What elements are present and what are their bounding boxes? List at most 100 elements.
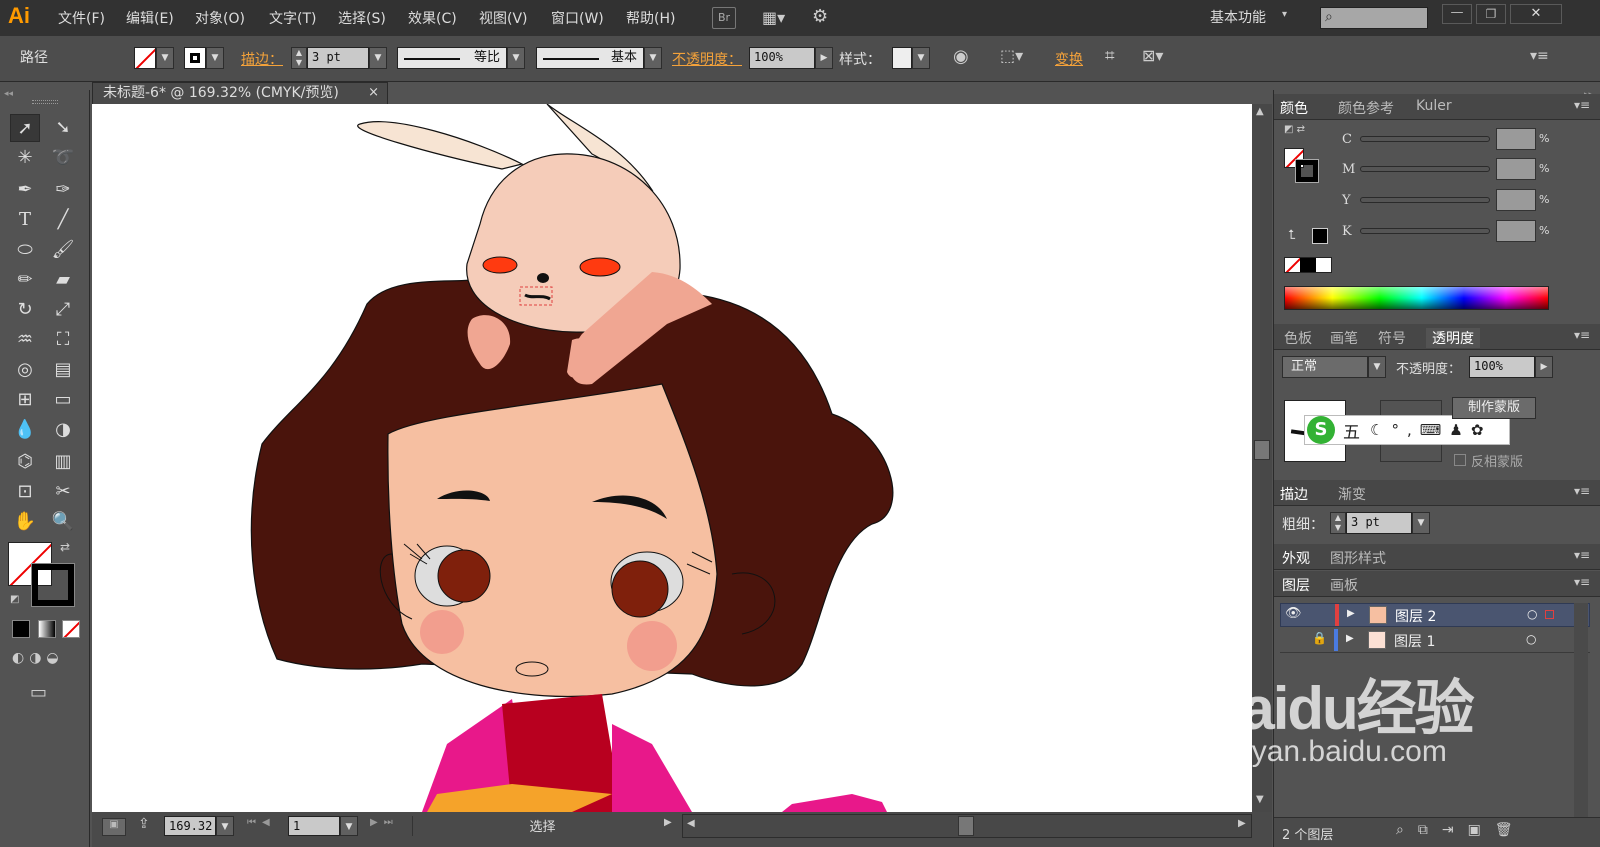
mesh-tool-icon[interactable]: ⊞ [10,386,40,414]
warp-tool-icon[interactable]: ♒ [10,326,40,354]
color-spectrum[interactable] [1284,286,1549,310]
column-graph-tool-icon[interactable]: ▥ [48,448,78,476]
shape-builder-tool-icon[interactable]: ◎ [10,356,40,384]
menu-file[interactable]: 文件(F) [58,8,105,28]
type-tool-icon[interactable]: T [10,206,40,234]
transparency-opacity-arrow-icon[interactable]: ▶ [1535,356,1553,378]
layer-name[interactable]: 图层 2 [1395,606,1436,626]
free-transform-tool-icon[interactable]: ⛶ [48,326,78,354]
fill-dropdown-icon[interactable]: ▼ [156,47,174,69]
ellipse-tool-icon[interactable]: ⬭ [10,236,40,264]
blend-mode-dropdown-icon[interactable]: ▼ [1368,356,1386,378]
hand-tool-icon[interactable]: ✋ [10,508,40,536]
invert-mask-checkbox[interactable] [1454,454,1466,466]
color-panel-menu-icon[interactable]: ▾≡ [1574,98,1590,112]
menu-select[interactable]: 选择(S) [338,8,386,28]
channel-m-value[interactable] [1496,158,1536,180]
default-fill-stroke-icon[interactable]: ◩ ⇄ [1284,124,1305,135]
layers-scrollbar[interactable] [1574,603,1588,823]
layer-row-2[interactable]: 👁 ▶ 图层 2 ○ [1280,603,1590,627]
selection-tool-icon[interactable]: ➚ [10,114,40,142]
tab-kuler[interactable]: Kuler [1416,98,1452,114]
zoom-tool-icon[interactable]: 🔍 [48,508,78,536]
gradient-mode-icon[interactable] [38,620,56,638]
style-dropdown-icon[interactable]: ▼ [912,47,930,69]
none-mode-icon[interactable] [62,620,80,638]
zoom-dropdown-icon[interactable]: ▼ [216,816,234,836]
transparency-opacity-input[interactable]: 100% [1469,356,1535,378]
ime-tool-icons[interactable]: ☾°,⌨♟✿ [1370,421,1491,439]
menu-window[interactable]: 窗口(W) [551,8,604,28]
menu-help[interactable]: 帮助(H) [626,8,675,28]
tab-symbols[interactable]: 符号 [1378,328,1406,348]
gradient-tool-icon[interactable]: ▭ [48,386,78,414]
scroll-right-icon[interactable]: ▶ [1238,818,1246,829]
tab-graphic-styles[interactable]: 图形样式 [1330,548,1386,568]
graphic-style-swatch[interactable] [892,47,912,69]
stroke-color-box[interactable] [31,563,75,607]
artboard-input[interactable]: 1 [288,816,340,836]
tab-brushes[interactable]: 画笔 [1330,328,1358,348]
direct-selection-tool-icon[interactable]: ➘ [48,114,78,142]
stroke-swatch[interactable] [184,47,206,69]
restore-button[interactable]: ❐ [1476,4,1506,24]
screen-mode-icon[interactable]: ▭ [30,682,47,703]
make-mask-button[interactable]: 制作蒙版 [1452,397,1536,419]
panel-stroke-swatch[interactable] [1295,159,1319,183]
symbol-sprayer-tool-icon[interactable]: ⌬ [10,448,40,476]
variable-width-profile[interactable]: 等比 [397,47,507,69]
layer-action-icons[interactable]: ⌕⧉⇥▣🗑 [1396,822,1527,838]
channel-c-value[interactable] [1496,128,1536,150]
document-tab[interactable]: 未标题-6* @ 169.32% (CMYK/预览) × [92,82,388,104]
scroll-up-icon[interactable]: ▲ [1256,106,1264,117]
layer-name[interactable]: 图层 1 [1394,631,1435,651]
menu-edit[interactable]: 编辑(E) [126,8,174,28]
lasso-tool-icon[interactable]: ➰ [48,144,78,172]
artboard-canvas[interactable] [92,104,1252,812]
selection-indicator[interactable] [1545,610,1554,619]
opacity-arrow-icon[interactable]: ▶ [815,47,833,69]
stroke-weight-stepper[interactable]: ▲ ▼ [291,47,307,69]
close-window-button[interactable]: ✕ [1510,4,1562,24]
stroke-panel-menu-icon[interactable]: ▾≡ [1574,484,1590,498]
ime-mode[interactable]: 五 [1343,418,1360,443]
swap-fill-stroke-icon[interactable]: ⇄ [60,540,70,554]
artboard-tool-icon[interactable]: ⊡ [10,478,40,506]
status-menu-icon[interactable]: ▶ [664,817,672,828]
stroke-dropdown-icon[interactable]: ▼ [206,47,224,69]
artboard-next-icons[interactable]: ▶⏭ [370,817,399,828]
channel-c-slider[interactable] [1360,136,1490,142]
magic-wand-tool-icon[interactable]: ✳ [10,144,40,172]
transform-label[interactable]: 变换 [1055,49,1083,69]
layer-row-1[interactable]: 🔒 ▶ 图层 1 ○ [1280,629,1590,653]
status-icon[interactable]: ▣ [102,818,126,836]
color-mode-icon[interactable] [12,620,30,638]
arrange-documents-icon[interactable]: ▦▾ [762,8,785,27]
channel-m-slider[interactable] [1360,166,1490,172]
horizontal-scroll-thumb[interactable] [958,816,974,836]
brush-definition[interactable]: 基本 [536,47,644,69]
close-tab-icon[interactable]: × [368,83,379,103]
artboard-dropdown-icon[interactable]: ▼ [340,816,358,836]
default-colors-icon[interactable]: ◩ [10,594,19,605]
pen-tool-icon[interactable]: ✒ [10,176,40,204]
menu-type[interactable]: 文字(T) [269,8,316,28]
blend-tool-icon[interactable]: ◑ [48,416,78,444]
menu-object[interactable]: 对象(O) [195,8,245,28]
tools-grip[interactable] [32,100,58,104]
transparency-panel-menu-icon[interactable]: ▾≡ [1574,328,1590,342]
paintbrush-tool-icon[interactable]: 🖌 [48,236,78,264]
scale-tool-icon[interactable]: ⤢ [48,296,78,324]
tab-appearance[interactable]: 外观 [1282,548,1310,568]
appearance-panel-menu-icon[interactable]: ▾≡ [1574,548,1590,562]
tab-color-guide[interactable]: 颜色参考 [1338,98,1394,118]
drawing-modes-icon[interactable]: ◐◑◒ [12,650,82,670]
blend-mode-select[interactable]: 正常 [1282,356,1368,378]
align-icon[interactable]: ⬚▾ [1000,46,1023,65]
pencil-tool-icon[interactable]: ✏ [10,266,40,294]
scroll-left-icon[interactable]: ◀ [687,818,695,829]
target-icon[interactable]: ○ [1527,607,1537,621]
gpu-performance-icon[interactable]: ⚙ [812,6,828,27]
tab-transparency[interactable]: 透明度 [1426,328,1480,348]
tab-layers[interactable]: 图层 [1282,575,1310,595]
